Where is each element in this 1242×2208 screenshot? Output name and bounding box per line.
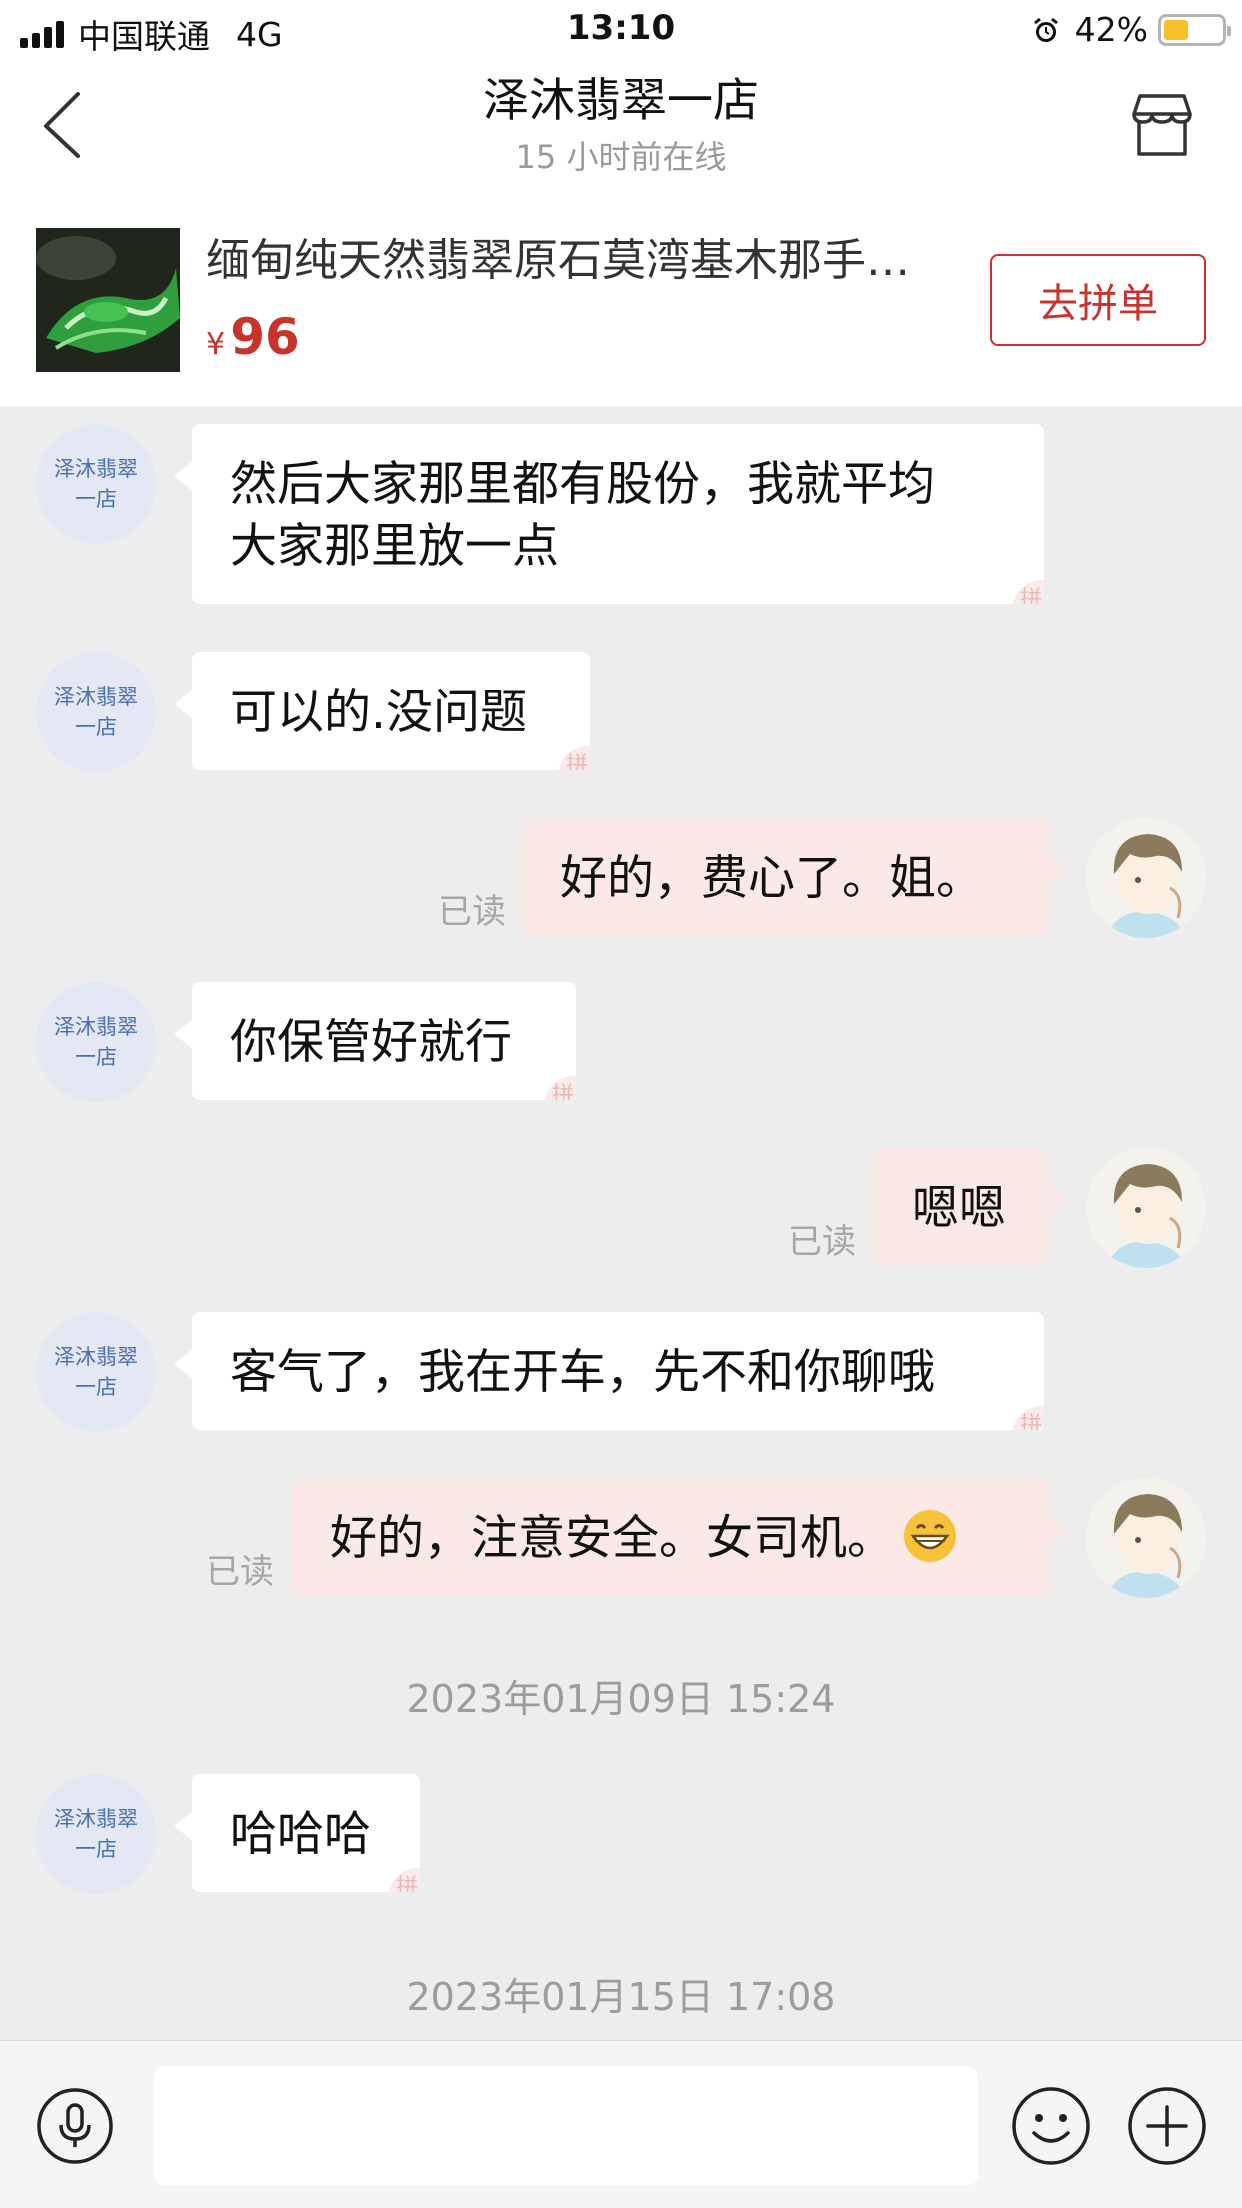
- shop-avatar[interactable]: 泽沐翡翠 一店: [36, 982, 156, 1102]
- message-bubble-incoming[interactable]: 可以的.没问题 拼: [174, 652, 590, 770]
- pin-watermark-icon: 拼: [998, 564, 1044, 604]
- status-right: 42%: [1031, 10, 1231, 49]
- read-status: 已读: [206, 1552, 274, 1592]
- avatar-text-line1: 泽沐翡翠: [54, 1807, 138, 1831]
- svg-text:拼: 拼: [566, 753, 588, 770]
- battery-icon: [1158, 13, 1231, 46]
- message-text: 客气了，我在开车，先不和你聊哦: [230, 1345, 935, 1400]
- avatar-text-line1: 泽沐翡翠: [54, 1015, 138, 1039]
- online-status: 15 小时前在线: [515, 138, 727, 176]
- currency-symbol: ¥: [206, 327, 226, 362]
- shop-avatar[interactable]: 泽沐翡翠 一店: [36, 1312, 156, 1432]
- avatar-text-line2: 一店: [75, 1837, 117, 1861]
- avatar-text-line1: 泽沐翡翠: [54, 457, 138, 481]
- message-text: 大家那里放一点: [230, 519, 559, 574]
- svg-text:拼: 拼: [1020, 1413, 1042, 1430]
- pin-watermark-icon: 拼: [530, 1060, 576, 1100]
- store-icon[interactable]: [1126, 88, 1198, 160]
- chat-timestamp: 2023年01月15日 17:08: [406, 1975, 836, 2019]
- grinning-face-icon: [902, 1508, 958, 1564]
- shop-avatar[interactable]: 泽沐翡翠 一店: [36, 652, 156, 772]
- message-bubble-outgoing[interactable]: 嗯嗯: [874, 1148, 1068, 1266]
- message-text: 你保管好就行: [230, 1015, 512, 1070]
- user-avatar[interactable]: [1086, 818, 1206, 938]
- message-text: 好的，注意安全。女司机。: [330, 1511, 894, 1566]
- alarm-icon: [1031, 15, 1061, 45]
- avatar-text-line2: 一店: [75, 715, 117, 739]
- user-avatar[interactable]: [1086, 1148, 1206, 1268]
- product-title[interactable]: 缅甸纯天然翡翠原石莫湾基木那手…: [206, 224, 946, 288]
- message-text: 可以的.没问题: [230, 685, 527, 740]
- read-status: 已读: [788, 1222, 856, 1262]
- product-image[interactable]: [36, 228, 180, 372]
- read-status: 已读: [438, 892, 506, 932]
- message-bubble-incoming[interactable]: 你保管好就行 拼: [174, 982, 576, 1100]
- svg-text:拼: 拼: [396, 1875, 418, 1892]
- svg-text:拼: 拼: [1020, 587, 1042, 604]
- shop-avatar[interactable]: 泽沐翡翠 一店: [36, 424, 156, 544]
- pin-watermark-icon: 拼: [374, 1852, 420, 1892]
- message-bubble-outgoing[interactable]: 好的，费心了。姐。: [522, 818, 1068, 936]
- status-bar: 中国联通 4G 13:10 42%: [0, 0, 1242, 60]
- message-text: 然后大家那里都有股份，我就平均: [230, 457, 935, 512]
- pin-watermark-icon: 拼: [998, 1390, 1044, 1430]
- avatar-text-line2: 一店: [75, 487, 117, 511]
- avatar-text-line2: 一店: [75, 1045, 117, 1069]
- message-bubble-incoming[interactable]: 哈哈哈 拼: [174, 1774, 420, 1892]
- voice-input-icon[interactable]: [36, 2087, 114, 2165]
- user-avatar[interactable]: [1086, 1478, 1206, 1598]
- plus-icon[interactable]: [1126, 2085, 1208, 2167]
- svg-text:拼: 拼: [552, 1083, 574, 1100]
- message-bubble-incoming[interactable]: 然后大家那里都有股份，我就平均 大家那里放一点 拼: [174, 424, 1044, 604]
- chat-timestamp: 2023年01月09日 15:24: [406, 1677, 836, 1721]
- message-text: 哈哈哈: [230, 1807, 371, 1862]
- emoji-icon[interactable]: [1010, 2085, 1092, 2167]
- product-card[interactable]: 缅甸纯天然翡翠原石莫湾基木那手… ¥ 96 去拼单: [0, 190, 1242, 406]
- shop-avatar[interactable]: 泽沐翡翠 一店: [36, 1774, 156, 1894]
- product-price: ¥ 96: [206, 308, 300, 366]
- avatar-text-line2: 一店: [75, 1375, 117, 1399]
- battery-level: [1164, 19, 1188, 40]
- group-buy-button[interactable]: 去拼单: [990, 254, 1206, 346]
- message-bubble-outgoing[interactable]: 好的，注意安全。女司机。: [292, 1478, 1068, 1596]
- nav-bar: 泽沐翡翠一店 15 小时前在线: [0, 60, 1242, 190]
- avatar-text-line1: 泽沐翡翠: [54, 685, 138, 709]
- battery-percent: 42%: [1074, 10, 1148, 49]
- avatar-text-line1: 泽沐翡翠: [54, 1345, 138, 1369]
- message-bubble-incoming[interactable]: 客气了，我在开车，先不和你聊哦 拼: [174, 1312, 1044, 1430]
- input-bar: [0, 2040, 1242, 2208]
- message-text: 好的，费心了。姐。: [560, 851, 983, 906]
- message-text: 嗯嗯: [912, 1181, 1006, 1236]
- chat-title: 泽沐翡翠一店: [483, 73, 759, 127]
- pin-watermark-icon: 拼: [544, 730, 590, 770]
- message-input[interactable]: [154, 2067, 978, 2185]
- price-value: 96: [230, 308, 300, 366]
